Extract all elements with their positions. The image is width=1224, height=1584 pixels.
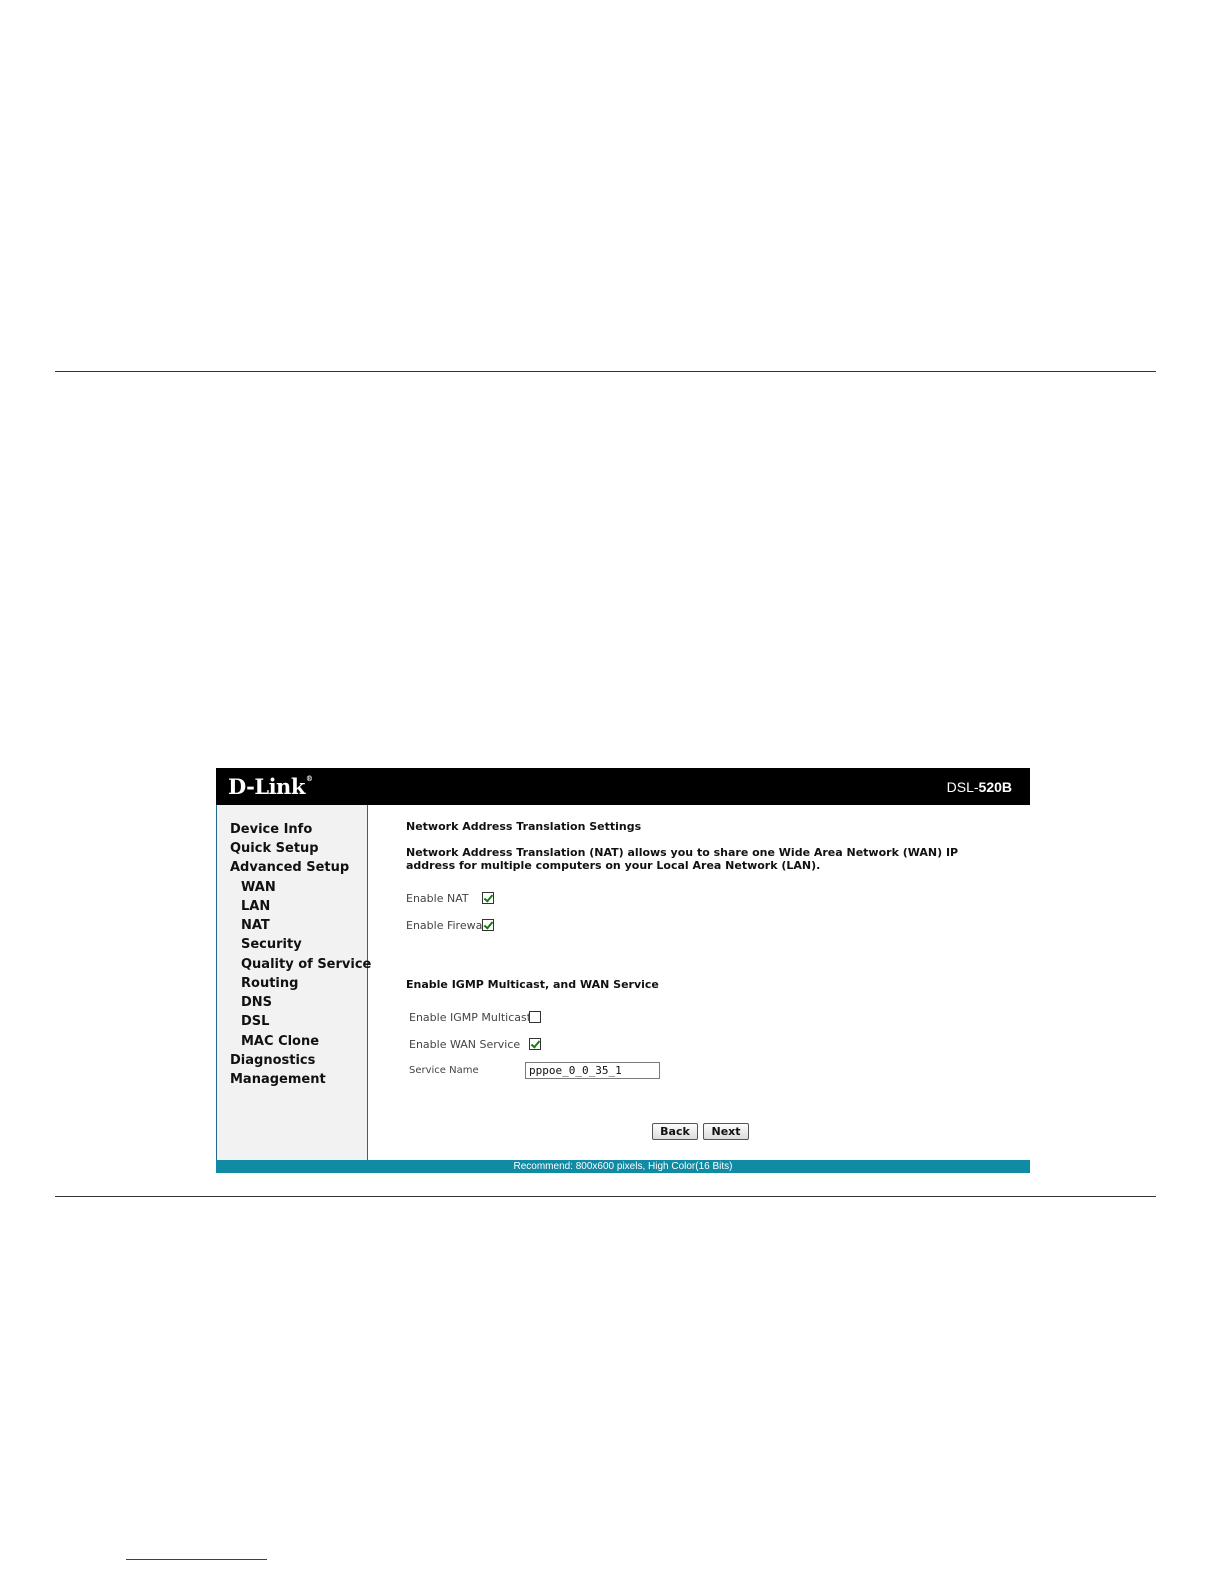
igmp-multicast-label: Enable IGMP Multicast [409, 1011, 532, 1024]
sidebar-item-dns[interactable]: DNS [241, 995, 272, 1010]
footer-bar: Recommend: 800x600 pixels, High Color(16… [216, 1160, 1030, 1173]
service-name-label: Service Name [409, 1065, 479, 1076]
sidebar-item-device-info[interactable]: Device Info [230, 822, 312, 837]
service-name-input[interactable]: pppoe_0_0_35_1 [525, 1062, 660, 1079]
sidebar-item-security[interactable]: Security [241, 937, 302, 952]
page-divider-bottom [55, 1196, 1156, 1197]
wan-service-checkbox[interactable] [529, 1038, 541, 1050]
footnote-link-underline [126, 1559, 267, 1560]
sidebar-item-quality-of-service[interactable]: Quality of Service [241, 957, 371, 972]
enable-nat-checkbox[interactable] [482, 892, 494, 904]
sidebar-item-dsl[interactable]: DSL [241, 1014, 269, 1029]
igmp-multicast-checkbox[interactable] [529, 1011, 541, 1023]
page-divider-top [55, 371, 1156, 372]
nat-section-title: Network Address Translation Settings [406, 820, 642, 833]
back-button[interactable]: Back [652, 1123, 698, 1140]
service-section-title: Enable IGMP Multicast, and WAN Service [406, 978, 659, 991]
enable-firewall-checkbox[interactable] [482, 919, 494, 931]
sidebar: Device Info Quick Setup Advanced Setup W… [216, 805, 371, 1160]
sidebar-item-diagnostics[interactable]: Diagnostics [230, 1053, 315, 1068]
nat-description: Network Address Translation (NAT) allows… [406, 846, 959, 872]
next-button[interactable]: Next [703, 1123, 749, 1140]
sidebar-item-routing[interactable]: Routing [241, 976, 298, 991]
sidebar-item-management[interactable]: Management [230, 1072, 326, 1087]
main-content: Network Address Translation Settings Net… [369, 805, 1030, 1160]
sidebar-item-quick-setup[interactable]: Quick Setup [230, 841, 319, 856]
model-name: DSL-520B [946, 779, 1012, 795]
enable-firewall-label: Enable Firewal [406, 919, 486, 932]
dlink-logo: D-Link® [228, 774, 313, 799]
header-bar: D-Link® DSL-520B [216, 768, 1030, 805]
router-ui-frame: D-Link® DSL-520B Device Info Quick Setup… [216, 768, 1030, 1173]
wan-service-label: Enable WAN Service [409, 1038, 521, 1051]
sidebar-item-advanced-setup[interactable]: Advanced Setup [230, 860, 349, 875]
sidebar-item-lan[interactable]: LAN [241, 899, 270, 914]
sidebar-item-mac-clone[interactable]: MAC Clone [241, 1034, 319, 1049]
enable-nat-label: Enable NAT [406, 892, 469, 905]
sidebar-item-wan[interactable]: WAN [241, 880, 276, 895]
sidebar-item-nat[interactable]: NAT [241, 918, 270, 933]
